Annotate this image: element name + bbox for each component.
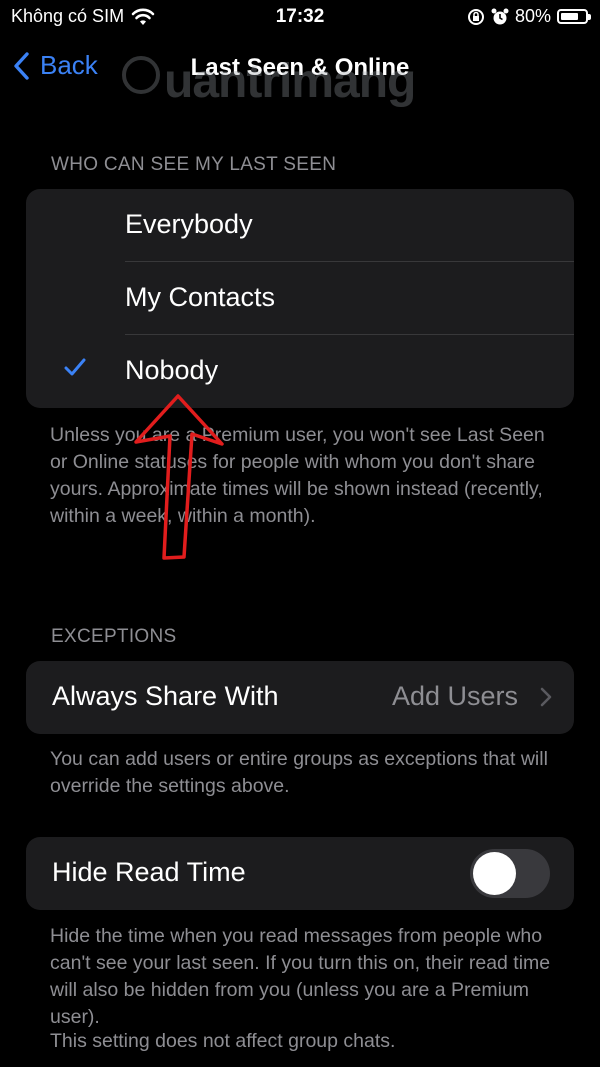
- checkmark-icon: [64, 358, 86, 376]
- option-everybody[interactable]: Everybody: [26, 189, 574, 262]
- toggle-knob: [473, 852, 516, 895]
- hide-read-time-label: Hide Read Time: [52, 857, 246, 887]
- option-label: Everybody: [125, 209, 253, 239]
- exceptions-footer-text: You can add users or entire groups as ex…: [50, 748, 548, 797]
- battery-percent: 80%: [514, 6, 551, 26]
- status-bar-right: 80%: [467, 6, 591, 27]
- read-time-footer-text: Hide the time when you read messages fro…: [50, 925, 551, 1028]
- battery-icon: [557, 9, 591, 24]
- status-bar: Không có SIM 17:32 80%: [0, 0, 600, 36]
- battery-level: [561, 13, 578, 20]
- option-my-contacts[interactable]: My Contacts: [26, 262, 574, 335]
- read-time-footer-note: This setting does not affect group chats…: [50, 1030, 396, 1052]
- add-users-value: Add Users: [391, 681, 518, 711]
- navigation-bar: Back Last Seen & Online: [0, 44, 600, 92]
- always-share-with-label: Always Share With: [52, 681, 279, 711]
- always-share-with-row[interactable]: Always Share With Add Users: [26, 661, 574, 734]
- page-title: Last Seen & Online: [190, 54, 410, 81]
- hide-read-time-row: Hide Read Time: [26, 837, 574, 910]
- read-time-group: Hide Read Time: [26, 837, 574, 910]
- option-label: My Contacts: [125, 282, 276, 312]
- exceptions-section-header: EXCEPTIONS: [51, 626, 177, 647]
- last-seen-options-group: Everybody My Contacts Nobody: [26, 189, 574, 408]
- alarm-icon: [491, 8, 509, 24]
- orientation-lock-icon: [467, 8, 484, 25]
- last-seen-footer-text: Unless you are a Premium user, you won't…: [50, 424, 545, 527]
- option-label: Nobody: [125, 355, 219, 385]
- option-nobody[interactable]: Nobody: [26, 335, 574, 408]
- hide-read-time-toggle[interactable]: [470, 849, 550, 898]
- last-seen-section-header: WHO CAN SEE MY LAST SEEN: [51, 154, 337, 175]
- exceptions-group: Always Share With Add Users: [26, 661, 574, 734]
- chevron-right-icon: [540, 687, 552, 707]
